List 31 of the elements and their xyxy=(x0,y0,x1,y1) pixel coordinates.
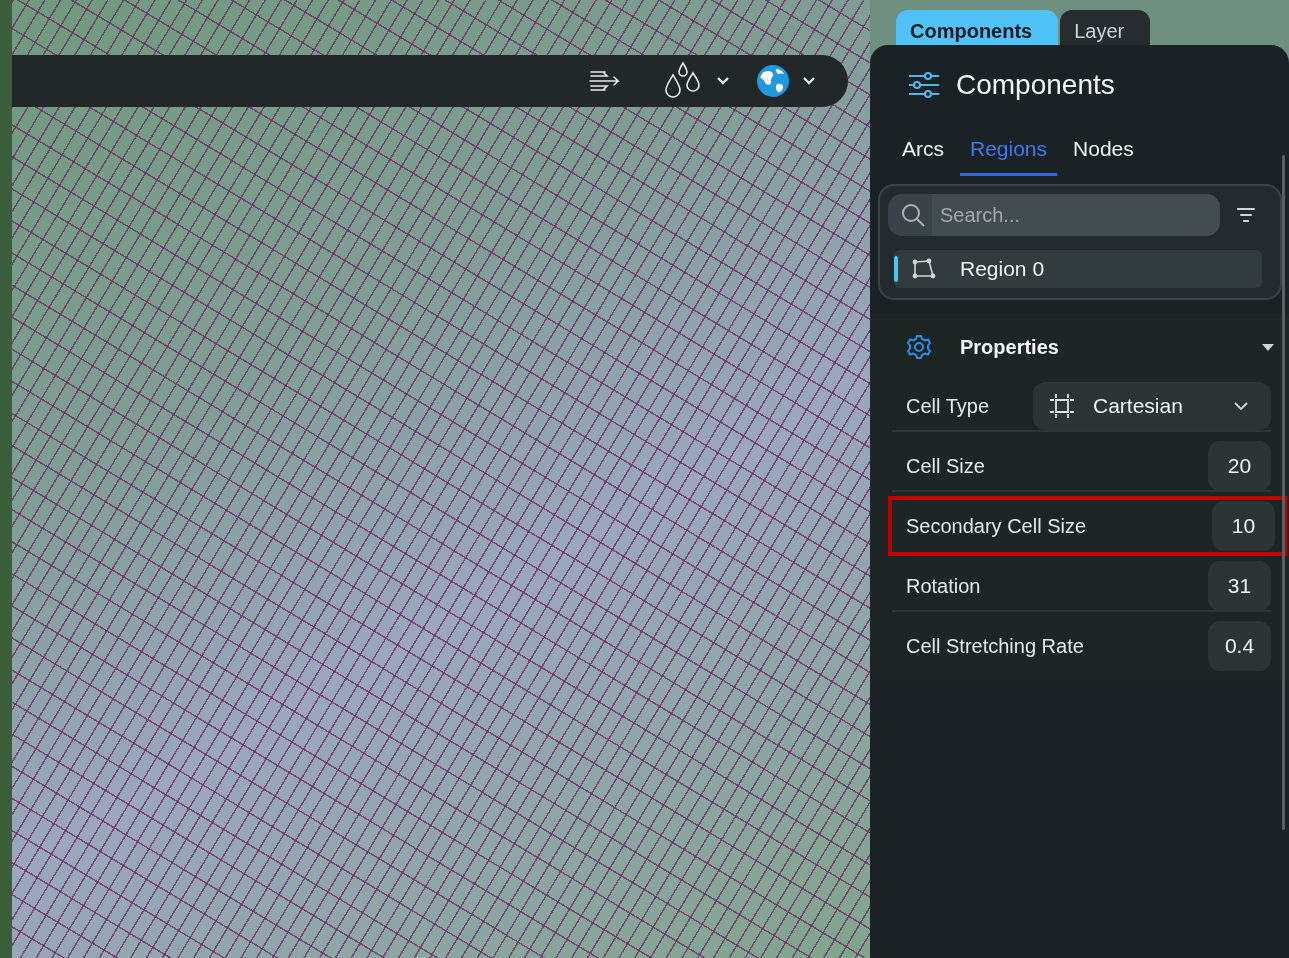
panel-title: Components xyxy=(956,69,1115,101)
category-tab[interactable]: Arcs xyxy=(892,127,954,176)
settings-icon xyxy=(906,334,932,360)
filter-icon[interactable] xyxy=(1236,206,1256,224)
chevron-down-icon xyxy=(1233,401,1249,411)
sliders-icon xyxy=(908,71,940,99)
number-field[interactable]: 31 xyxy=(1208,561,1271,611)
region-item[interactable]: Region 0 xyxy=(894,250,1262,288)
chevron-down-icon[interactable] xyxy=(716,76,730,86)
scrollbar[interactable] xyxy=(1282,155,1285,830)
number-field[interactable]: 0.4 xyxy=(1208,621,1271,671)
cell-type-dropdown[interactable]: Cartesian xyxy=(1033,382,1271,430)
property-label: Rotation xyxy=(906,574,981,598)
number-field[interactable]: 10 xyxy=(1212,501,1275,551)
category-tab[interactable]: Regions xyxy=(960,127,1058,176)
caret-icon xyxy=(1261,342,1275,352)
polygon-icon xyxy=(912,258,936,280)
property-label: Secondary Cell Size xyxy=(906,514,1087,538)
properties-header[interactable]: Properties xyxy=(888,334,1275,360)
panel-tab[interactable]: Components xyxy=(896,10,1059,45)
chevron-down-icon[interactable] xyxy=(802,76,816,86)
search-icon xyxy=(900,202,926,228)
search-field[interactable]: Search... xyxy=(888,194,1220,236)
number-field[interactable]: 20 xyxy=(1208,441,1271,491)
globe-icon[interactable] xyxy=(756,64,790,98)
category-tab[interactable]: Nodes xyxy=(1063,127,1144,176)
property-label: Cell Size xyxy=(906,454,985,478)
panel-tab[interactable]: Layer xyxy=(1060,10,1151,45)
property-label: Cell Type xyxy=(906,394,989,418)
property-label: Cell Stretching Rate xyxy=(906,634,1084,658)
grid-icon xyxy=(1049,393,1075,419)
